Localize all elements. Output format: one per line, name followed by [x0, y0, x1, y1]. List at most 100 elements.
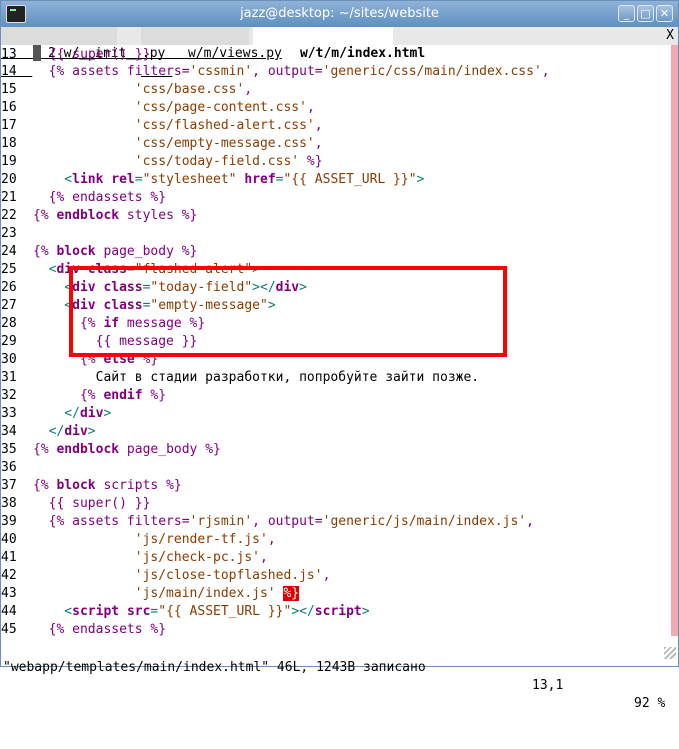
code-token: 'js/check-pc.js' [33, 550, 260, 565]
code-token: < [33, 280, 73, 295]
line-number: 28 [1, 316, 17, 331]
line-number: 43 [1, 586, 17, 601]
line-number: 34 [1, 424, 17, 439]
code-token: {% [33, 442, 57, 457]
scrollbar[interactable] [671, 45, 678, 641]
code-token: 'js/close-topflashed.js' [33, 568, 323, 583]
code-line[interactable]: 20 <link rel="stylesheet" href="{{ ASSET… [1, 171, 671, 189]
code-token: , [322, 568, 331, 583]
code-line[interactable]: 24 {% block page_body %} [1, 243, 671, 261]
line-number: 27 [1, 298, 17, 313]
code-line[interactable]: 43 'js/main/index.js' %} [1, 585, 671, 603]
code-token: rel [111, 172, 135, 187]
code-token: </ [33, 424, 65, 439]
code-token: , [526, 514, 534, 529]
line-number: 13 [1, 47, 17, 62]
window-title: jazz@desktop: ~/sites/website [240, 6, 439, 21]
tab-index-html[interactable]: w/t/m/index.html [253, 27, 425, 61]
line-number: 16 [1, 100, 17, 115]
code-line[interactable]: 15 'css/base.css', [1, 81, 671, 99]
vim-status-line: "webapp/templates/main/index.html" 46L, … [1, 641, 678, 711]
code-token: </ [33, 406, 80, 421]
status-cursor-position: 13,1 [532, 678, 564, 693]
code-token: {% [33, 388, 104, 403]
code-token: %} [299, 154, 323, 169]
line-number: 22 [1, 208, 17, 223]
code-token: , [306, 100, 315, 115]
code-line[interactable]: 13 {{ super() }} [1, 45, 671, 63]
code-token: div [79, 406, 104, 421]
code-line[interactable]: 21 {% endassets %} [1, 189, 671, 207]
line-number: 41 [1, 550, 17, 565]
code-token: scripts %} [95, 478, 182, 493]
code-line[interactable]: 44 <script src="{{ ASSET_URL }}"></scrip… [1, 603, 671, 621]
code-line[interactable]: 45 {% endassets %} [1, 621, 671, 639]
code-line[interactable]: 36 [1, 459, 671, 477]
code-line[interactable]: 41 'js/check-pc.js', [1, 549, 671, 567]
code-line[interactable]: 34 </div> [1, 423, 671, 441]
code-line[interactable]: 16 'css/page-content.css', [1, 99, 671, 117]
code-token: block [56, 478, 96, 493]
code-token: "{{ ASSET_URL }}" [283, 172, 417, 187]
code-line[interactable]: 31 Сайт в стадии разработки, попробуйте … [1, 369, 671, 387]
code-line[interactable]: 14 {% assets filters='cssmin', output='g… [1, 63, 671, 81]
code-token: {% endassets %} [33, 190, 167, 205]
code-token: ></ [291, 604, 315, 619]
line-number: 18 [1, 136, 17, 151]
line-number: 36 [1, 460, 17, 475]
code-token: = [134, 172, 143, 187]
line-number: 35 [1, 442, 17, 457]
line-number: 17 [1, 118, 17, 133]
code-token: , output= [252, 514, 323, 529]
title-bar[interactable]: jazz@desktop: ~/sites/website _ □ ✕ [1, 1, 678, 27]
line-number: 23 [1, 226, 17, 241]
line-number: 39 [1, 514, 17, 529]
code-line[interactable]: 18 'css/empty-message.css', [1, 135, 671, 153]
code-token: "{{ ASSET_URL }}" [158, 604, 292, 619]
code-token: script [72, 604, 120, 619]
code-line[interactable]: 17 'css/flashed-alert.css', [1, 117, 671, 135]
code-token: , output= [252, 64, 323, 79]
code-line[interactable]: 38 {{ super() }} [1, 495, 671, 513]
code-token: 'cssmin' [189, 64, 253, 79]
tab-views-py[interactable]: w/m/views.py [141, 27, 282, 61]
line-number: 42 [1, 568, 17, 583]
code-token: < [33, 172, 73, 187]
close-button[interactable]: ✕ [656, 5, 673, 22]
code-line[interactable]: 19 'css/today-field.css' %} [1, 153, 671, 171]
code-line[interactable]: 22 {% endblock styles %} [1, 207, 671, 225]
code-token: 'rjsmin' [189, 514, 253, 529]
code-line[interactable]: 32 {% endif %} [1, 387, 671, 405]
tab-init-py[interactable]: 2 w/__init__.py [1, 27, 165, 61]
code-line[interactable]: 23 [1, 225, 671, 243]
scrollbar-thumb[interactable] [671, 45, 678, 636]
resize-grip-icon[interactable] [664, 647, 676, 659]
code-token: 'css/page-content.css' [33, 100, 307, 115]
line-number: 25 [1, 262, 17, 277]
code-token: styles %} [119, 208, 198, 223]
line-number: 31 [1, 370, 17, 385]
code-line[interactable]: 35 {% endblock page_body %} [1, 441, 671, 459]
code-token: > [87, 424, 96, 439]
code-line[interactable]: 33 </div> [1, 405, 671, 423]
minimize-button[interactable]: _ [618, 5, 635, 22]
code-line[interactable]: 37 {% block scripts %} [1, 477, 671, 495]
line-number: 21 [1, 190, 17, 205]
code-token: %} [283, 586, 300, 601]
code-line[interactable]: 40 'js/render-tf.js', [1, 531, 671, 549]
maximize-button[interactable]: □ [637, 5, 654, 22]
line-number: 20 [1, 172, 17, 187]
line-number: 45 [1, 622, 17, 637]
code-token: > [361, 604, 370, 619]
code-token: 'css/flashed-alert.css' [33, 118, 315, 133]
code-token: {% [33, 244, 57, 259]
code-token: , [541, 64, 550, 79]
code-token: endblock [56, 442, 120, 457]
code-line[interactable]: 42 'js/close-topflashed.js', [1, 567, 671, 585]
code-token: page_body %} [95, 244, 198, 259]
tab-close-icon[interactable]: X [666, 27, 674, 45]
code-token: script [314, 604, 362, 619]
code-token: {% [33, 208, 57, 223]
code-line[interactable]: 39 {% assets filters='rjsmin', output='g… [1, 513, 671, 531]
